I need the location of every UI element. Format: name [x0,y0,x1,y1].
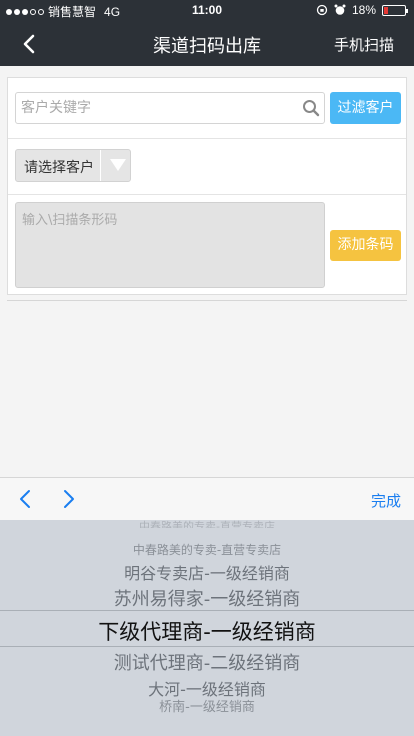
rotation-lock-icon [316,4,328,16]
phone-scan-button[interactable]: 手机扫描 [334,34,394,55]
picker-item[interactable]: 测试代理商-二级经销商 [0,649,414,675]
search-icon[interactable] [302,99,320,117]
customer-select-label: 请选择客户 [24,160,94,176]
picker-item-selected[interactable]: 下级代理商-一级经销商 [0,616,414,646]
picker-item[interactable]: 中春路美的专卖-直营专卖店 [0,520,414,528]
divider [8,194,406,195]
status-bar: 销售慧智 4G 11:00 18% [0,0,414,22]
picker-toolbar: 完成 [0,477,414,520]
filter-customer-button[interactable]: 过滤客户 [330,92,401,124]
select-divider [100,150,101,181]
divider [8,138,406,139]
previous-chevron-icon[interactable] [15,488,37,510]
customer-picker[interactable]: 中春路美的专卖-直营专卖店 中春路美的专卖-直营专卖店 明谷专卖店-一级经销商 … [0,520,414,736]
picker-item[interactable]: 中春路美的专卖-直营专卖店 [0,541,414,558]
status-right: 18% [316,3,408,17]
nav-bar: 渠道扫码出库 手机扫描 [0,22,414,66]
battery-icon [382,4,408,16]
picker-selection-top [0,610,414,611]
picker-item[interactable]: 苏州易得家-一级经销商 [0,585,414,611]
picker-item[interactable]: 明谷专卖店-一级经销商 [0,560,414,584]
outbound-form: 过滤客户 请选择客户 输入\扫描条形码 添加条码 [7,77,407,295]
battery-percent: 18% [351,3,376,17]
barcode-placeholder: 输入\扫描条形码 [22,213,118,228]
customer-search-box[interactable] [15,92,325,124]
customer-select[interactable]: 请选择客户 [15,149,131,182]
add-barcode-button[interactable]: 添加条码 [330,230,401,261]
barcode-input[interactable]: 输入\扫描条形码 [15,202,325,288]
dropdown-arrow-icon [110,159,126,171]
customer-search-input[interactable] [16,93,296,123]
divider [7,300,407,301]
next-chevron-icon[interactable] [57,488,79,510]
alarm-icon [334,4,346,15]
done-button[interactable]: 完成 [371,490,401,511]
picker-selection-bottom [0,646,414,647]
picker-item[interactable]: 桥南-一级经销商 [0,696,414,715]
